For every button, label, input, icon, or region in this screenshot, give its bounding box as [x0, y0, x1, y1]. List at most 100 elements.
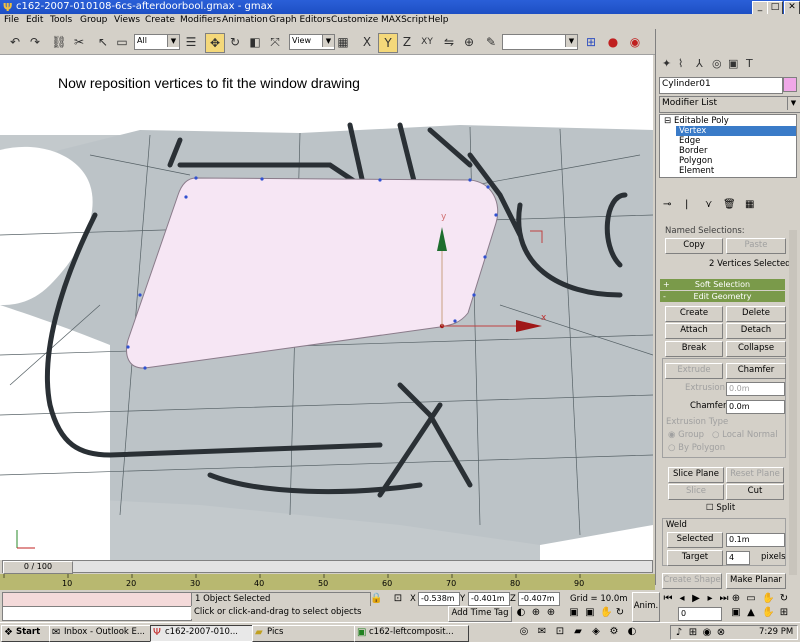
render-teapot-icon[interactable]: ● [604, 33, 622, 51]
animate-toggle[interactable]: Anim. [632, 592, 660, 622]
by-polygon-radio[interactable]: ○ By Polygon [668, 443, 725, 453]
menu-group[interactable]: Group [80, 15, 107, 25]
tray-icon[interactable]: ⊡ [554, 626, 566, 638]
make-unique-icon[interactable]: ⋎ [705, 199, 712, 210]
named-selection-select[interactable]: ▼ [502, 34, 578, 50]
object-name-field[interactable]: Cylinder01 [659, 77, 783, 94]
link-icon[interactable]: ⛓ [50, 33, 68, 51]
chamfer-button[interactable]: Chamfer [726, 363, 786, 379]
tray-icon[interactable]: ▰ [572, 626, 584, 638]
axis-y-icon[interactable]: Y [378, 33, 398, 53]
zoom-all-icon[interactable]: ⊕ [545, 607, 557, 619]
slice-plane-button[interactable]: Slice Plane [668, 467, 724, 483]
volume-icon[interactable]: ♪ [673, 627, 685, 639]
stack-subobject-edge[interactable]: Edge [679, 136, 700, 146]
modify-tab-icon[interactable]: ⌇ [678, 57, 683, 70]
weld-selected-button[interactable]: Selected [667, 532, 723, 548]
menu-create[interactable]: Create [145, 15, 175, 25]
zoom-extents-icon[interactable]: ▣ [568, 607, 580, 619]
scale-icon[interactable]: ◧ [246, 33, 264, 51]
weld-target-button[interactable]: Target [667, 550, 723, 566]
menu-customize[interactable]: Customize [331, 15, 378, 25]
select-object-icon[interactable]: ↖ [94, 33, 112, 51]
viewport-label[interactable]: Left [4, 55, 21, 65]
next-frame-icon[interactable]: ▸ [704, 593, 716, 605]
edit-geometry-rollout[interactable]: - Edit Geometry [660, 291, 785, 302]
reset-plane-button[interactable]: Reset Plane [726, 467, 784, 483]
add-time-tag-button[interactable]: Add Time Tag [448, 606, 512, 622]
maximize-button[interactable]: □ [767, 1, 783, 15]
remove-modifier-icon[interactable]: 🗑 [723, 199, 736, 210]
task-pics[interactable]: ▰ Pics [252, 625, 367, 642]
maximize-viewport-icon[interactable]: ⊞ [778, 607, 790, 619]
time-slider-thumb[interactable]: 0 / 100 [3, 561, 73, 574]
show-end-result-icon[interactable]: | [685, 199, 688, 210]
stack-subobject-vertex[interactable]: Vertex [676, 126, 796, 136]
lock-icon[interactable]: 🔒 [370, 593, 382, 605]
weld-selected-spinner[interactable]: 0.1m [726, 533, 785, 547]
tray-icon[interactable]: ⚙ [608, 626, 620, 638]
region-select-icon[interactable]: ▭ [113, 33, 131, 51]
zoom-extents-all-icon[interactable]: ▣ [584, 607, 596, 619]
display-tab-icon[interactable]: ▣ [728, 57, 738, 70]
pin-stack-icon[interactable]: ⊸ [663, 199, 671, 210]
configure-modifier-sets-icon[interactable]: ▦ [745, 199, 754, 210]
pivot-center-icon[interactable]: ▦ [334, 33, 352, 51]
weld-target-spinner[interactable]: 4 [726, 551, 750, 565]
hierarchy-tab-icon[interactable]: ⅄ [696, 57, 703, 70]
reference-coord-select[interactable]: View ▼ [289, 34, 335, 50]
menu-edit[interactable]: Edit [26, 15, 43, 25]
copy-button[interactable]: Copy [665, 238, 723, 254]
object-color-swatch[interactable] [783, 77, 797, 92]
chamfer-spinner[interactable]: 0.0m [726, 400, 785, 414]
stack-expand-icon[interactable]: ⊟ [664, 116, 671, 126]
previous-frame-icon[interactable]: ◂ [676, 593, 688, 605]
select-by-name-icon[interactable]: ☰ [182, 33, 200, 51]
collapse-button[interactable]: Collapse [726, 341, 786, 357]
orbit-icon[interactable]: ↻ [778, 593, 790, 605]
viewport-left[interactable]: Left Now reposition vertices to fit the … [0, 55, 653, 560]
absolute-mode-icon[interactable]: ⊡ [392, 593, 404, 605]
tray-icon[interactable]: ✉ [536, 626, 548, 638]
close-button[interactable]: ✕ [784, 1, 800, 15]
pan-hand-icon[interactable]: ✋ [762, 607, 774, 619]
z-coord-field[interactable]: -0.407m [518, 592, 560, 606]
stack-subobject-polygon[interactable]: Polygon [679, 156, 712, 166]
menu-modifiers[interactable]: Modifiers [180, 15, 221, 25]
track-bar[interactable]: 10 20 30 40 50 60 70 80 90 [0, 574, 655, 590]
redo-icon[interactable]: ↷ [26, 33, 44, 51]
pan-view-icon[interactable]: ⊕ [730, 593, 742, 605]
axis-z-icon[interactable]: Z [398, 33, 416, 51]
time-slider[interactable]: 0 / 100 [2, 560, 653, 574]
material-editor-icon[interactable]: ⊞ [582, 33, 600, 51]
maxscript-listener-field[interactable] [2, 592, 192, 607]
tray-icon[interactable]: ◈ [590, 626, 602, 638]
named-selection-icon[interactable]: ✎ [482, 33, 500, 51]
task-outlook[interactable]: ✉ Inbox - Outlook E... [49, 625, 164, 642]
axis-xy-icon[interactable]: XY [418, 33, 436, 51]
modifier-list-dropdown[interactable]: Modifier List ▼ [659, 96, 800, 113]
motion-tab-icon[interactable]: ◎ [712, 57, 722, 70]
extrusion-spinner[interactable]: 0.0m [726, 382, 785, 396]
zoom-region-icon[interactable]: ▭ [745, 593, 757, 605]
security-icon[interactable]: ⊗ [715, 627, 727, 639]
break-button[interactable]: Break [665, 341, 723, 357]
create-button[interactable]: Create [665, 306, 723, 322]
menu-graph-editors[interactable]: Graph Editors [269, 15, 331, 25]
time-config-icon[interactable]: ◐ [515, 607, 527, 619]
selection-filter-select[interactable]: All ▼ [134, 34, 180, 50]
split-checkbox[interactable]: ☐ Split [706, 503, 735, 513]
play-icon[interactable]: ▶ [690, 593, 702, 605]
antivirus-icon[interactable]: ◉ [701, 627, 713, 639]
x-coord-field[interactable]: -0.538m [418, 592, 460, 606]
zoom-extents-selected-icon[interactable]: ▣ [730, 607, 742, 619]
unlink-icon[interactable]: ✂ [70, 33, 88, 51]
go-to-start-icon[interactable]: ⏮ [662, 593, 674, 605]
rotate-icon[interactable]: ↻ [226, 33, 244, 51]
task-gmax[interactable]: Ψc162-2007-010... [150, 625, 265, 642]
make-planar-button[interactable]: Make Planar [726, 573, 786, 589]
arc-rotate-icon[interactable]: ↻ [614, 607, 626, 619]
menu-tools[interactable]: Tools [50, 15, 72, 25]
zoom-icon[interactable]: ⊕ [530, 607, 542, 619]
command-panel-scrollbar[interactable] [789, 230, 797, 575]
